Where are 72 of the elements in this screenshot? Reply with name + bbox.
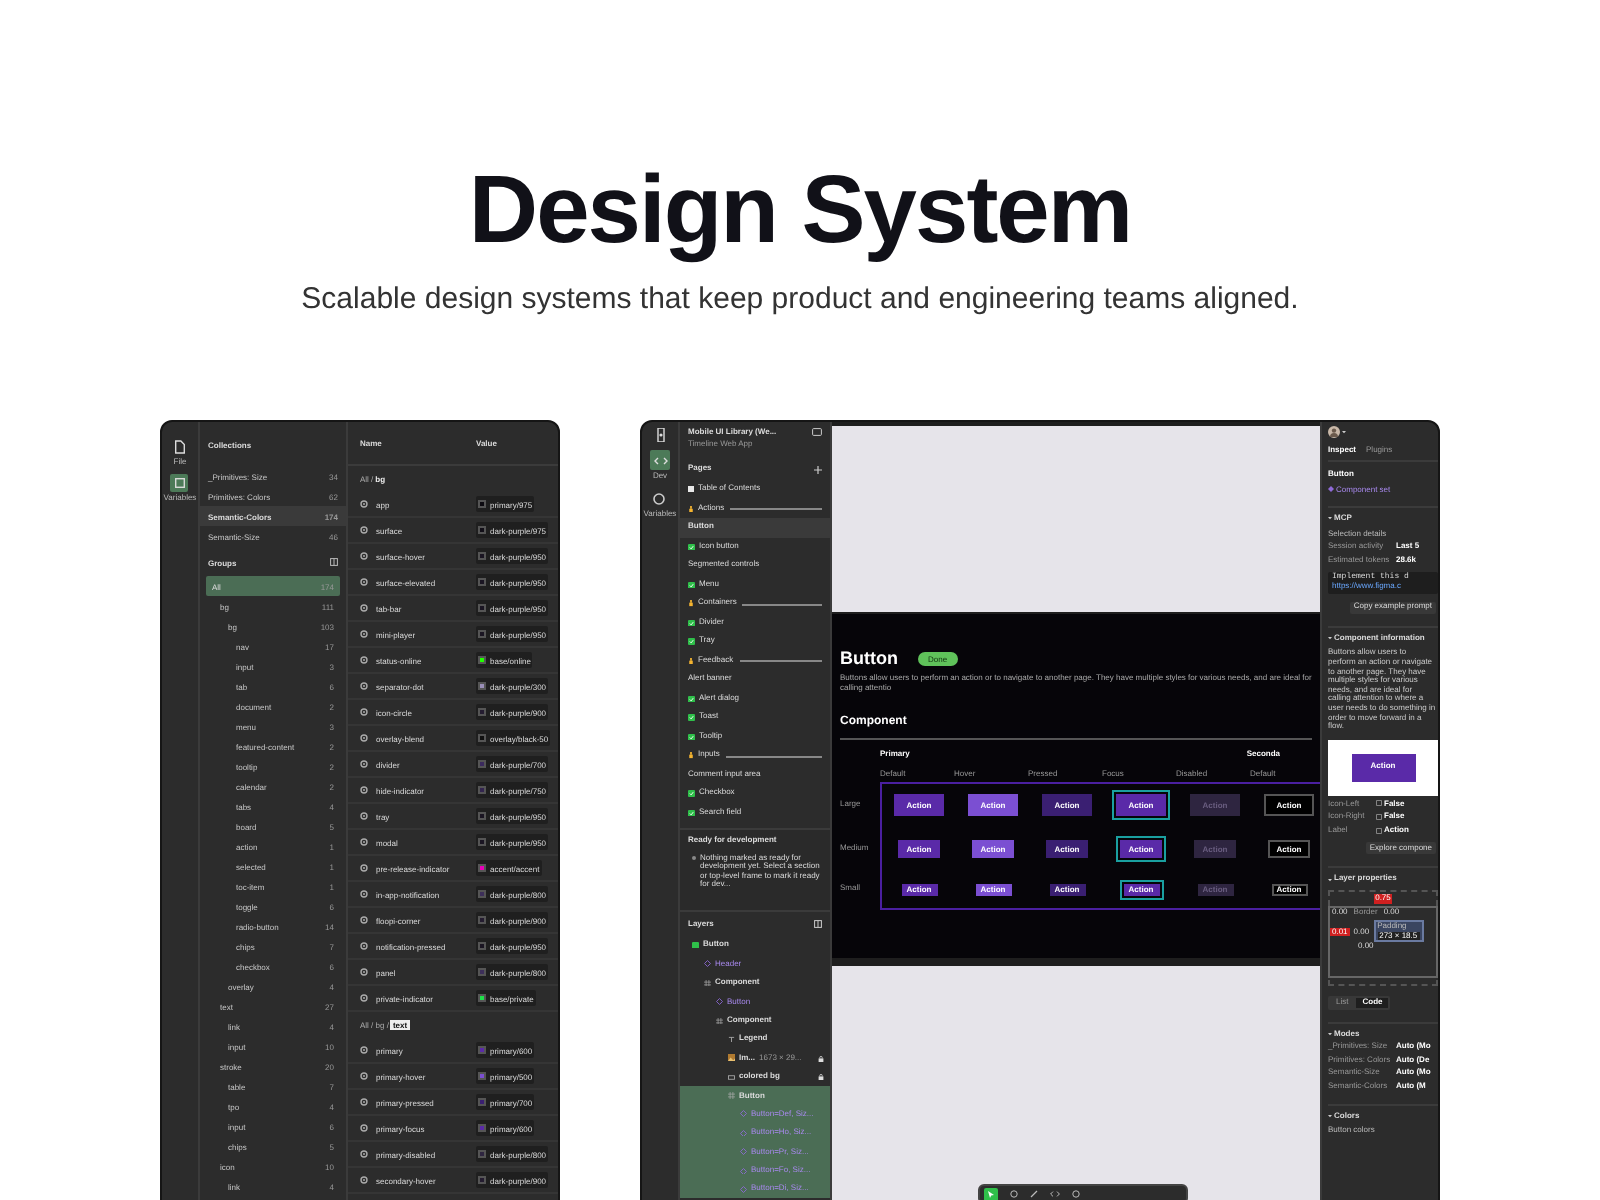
variables-icon (173, 476, 186, 490)
page-title: Design System (468, 160, 1132, 264)
variable-icon (360, 994, 368, 1002)
frame-icon (716, 1017, 723, 1024)
variable-icon (360, 1072, 368, 1080)
check-icon (688, 581, 695, 588)
code-icon (1050, 1190, 1060, 1198)
instance-icon (740, 1129, 747, 1137)
page-subtitle: Scalable design systems that keep product and engineering teams aligned. (301, 280, 1299, 320)
sidebar-toggle-icon (812, 428, 822, 436)
cursor-tool-icon (984, 1187, 998, 1200)
hand-icon (688, 505, 694, 512)
instance-icon (740, 1167, 747, 1175)
lock-icon (818, 1073, 824, 1080)
instance-icon (740, 1148, 747, 1156)
file-icon (174, 440, 186, 454)
check-icon (688, 790, 695, 797)
variable-icon (360, 864, 368, 872)
frame-title: Button (840, 648, 898, 668)
code-icon (653, 453, 667, 467)
variable-icon (360, 526, 368, 534)
variable-icon (360, 500, 368, 508)
add-page-icon (814, 465, 822, 473)
variable-icon (360, 708, 368, 716)
variable-icon (360, 578, 368, 586)
instance-icon (716, 998, 723, 1006)
variable-icon (360, 786, 368, 794)
text-icon (728, 1035, 735, 1043)
variables-icon (652, 491, 667, 505)
check-icon (688, 543, 695, 550)
component-icon (1328, 486, 1334, 493)
instance-icon (740, 1110, 747, 1118)
variable-icon (360, 812, 368, 820)
check-icon (688, 638, 695, 645)
frame-icon (728, 1092, 735, 1100)
variable-icon (360, 604, 368, 612)
hand-icon (688, 752, 694, 759)
variable-icon (360, 1046, 368, 1054)
layout-icon (814, 920, 822, 928)
variable-icon (360, 734, 368, 742)
add-group-icon (330, 558, 338, 566)
variable-icon (360, 968, 368, 976)
variable-icon (360, 1124, 368, 1132)
variable-icon (360, 682, 368, 690)
variable-icon (360, 890, 368, 898)
image-icon (728, 1054, 735, 1062)
variable-icon (360, 552, 368, 560)
check-icon (688, 809, 695, 816)
hand-icon (688, 657, 694, 664)
instance-icon (740, 1186, 747, 1194)
variable-icon (360, 1150, 368, 1158)
app-logo-icon (655, 428, 665, 442)
variable-icon (360, 1176, 368, 1184)
ruler-icon (1030, 1190, 1038, 1198)
variable-icon (360, 1098, 368, 1106)
variable-icon (360, 942, 368, 950)
instance-icon (704, 960, 711, 968)
avatar-icon (1328, 426, 1340, 438)
check-icon (688, 714, 695, 721)
lock-icon (818, 1055, 824, 1062)
frame-icon (704, 979, 711, 987)
variable-icon (360, 656, 368, 664)
document-icon (688, 486, 694, 493)
check-icon (688, 695, 695, 702)
variable-icon (360, 630, 368, 638)
variable-icon (360, 760, 368, 768)
check-icon (688, 619, 695, 626)
check-icon (688, 733, 695, 740)
variable-icon (360, 916, 368, 924)
variable-icon (360, 838, 368, 846)
component-icon (692, 941, 699, 949)
hand-icon (688, 600, 694, 607)
